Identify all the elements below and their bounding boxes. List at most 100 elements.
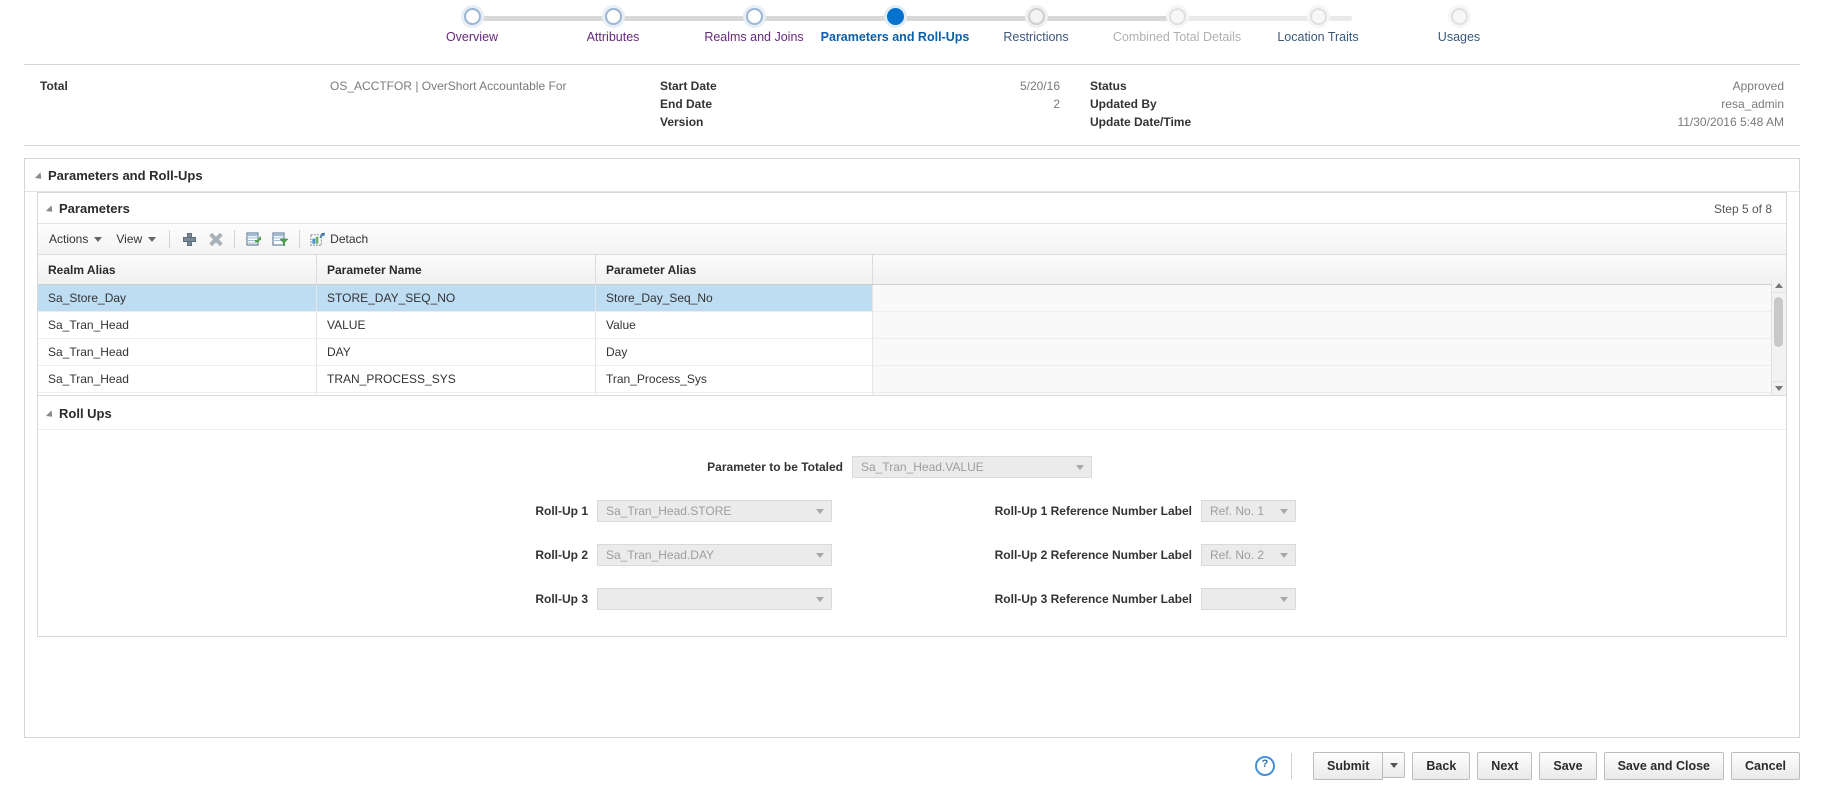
table-vertical-scrollbar[interactable]	[1771, 279, 1786, 395]
cell-parameter-alias: Store_Day_Seq_No	[595, 284, 873, 312]
train-label-usages: Usages	[1437, 30, 1481, 44]
table-row[interactable]: Sa_Tran_Head TRAN_PROCESS_SYS Tran_Proce…	[38, 365, 1786, 393]
chevron-down-icon	[816, 597, 824, 602]
rollups-disclosure-icon[interactable]	[45, 409, 56, 420]
train-node-location-traits	[1309, 8, 1327, 25]
table-row[interactable]: Sa_Store_Day STORE_DAY_SEQ_NO Store_Day_…	[38, 284, 1786, 312]
column-header-parameter-name[interactable]: Parameter Name	[316, 255, 596, 285]
help-icon[interactable]: ?	[1255, 756, 1276, 776]
query-by-example-button[interactable]	[267, 227, 293, 251]
cancel-button[interactable]: Cancel	[1731, 752, 1800, 780]
toolbar-divider	[299, 230, 301, 248]
start-date-value: 5/20/16	[1019, 79, 1060, 93]
train-node-combined-total-details	[1168, 8, 1186, 25]
rollup-3-ref-field: Roll-Up 3 Reference Number Label	[892, 588, 1296, 610]
rollup-1-field: Roll-Up 1 Sa_Tran_Head.STORE	[468, 500, 832, 522]
rollup-3-select[interactable]	[597, 588, 832, 610]
export-to-excel-button[interactable]	[241, 227, 267, 251]
cell-parameter-alias: Tran_Process_Sys	[595, 365, 873, 393]
rollup-3-ref-label: Roll-Up 3 Reference Number Label	[994, 592, 1192, 606]
version-value: 2	[1053, 97, 1060, 111]
status-value: Approved	[1732, 79, 1784, 93]
step-indicator: Step 5 of 8	[1713, 201, 1772, 216]
parameters-disclosure-icon[interactable]	[45, 204, 56, 215]
train-step-location-traits[interactable]: Location Traits	[1243, 0, 1393, 44]
rollup-1-ref-value: Ref. No. 1	[1210, 504, 1265, 518]
chevron-down-icon	[1775, 386, 1783, 391]
detach-button[interactable]: Detach	[306, 230, 376, 249]
train-step-usages[interactable]: Usages	[1384, 0, 1534, 44]
scroll-up-button[interactable]	[1772, 279, 1786, 293]
parameter-to-be-totaled-row: Parameter to be Totaled Sa_Tran_Head.VAL…	[38, 456, 1786, 478]
total-value: OS_ACCTFOR | OverShort Accountable For	[330, 79, 567, 93]
train-step-parameters-and-roll-ups[interactable]: Parameters and Roll-Ups	[820, 0, 970, 44]
train-step-realms-and-joins[interactable]: Realms and Joins	[679, 0, 829, 44]
updated-by-label: Updated By	[1090, 97, 1157, 111]
parameters-table-scroller: Realm Alias Parameter Name Parameter Ali…	[38, 255, 1786, 396]
total-label: Total	[40, 79, 68, 93]
parameter-to-be-totaled-select[interactable]: Sa_Tran_Head.VALUE	[852, 456, 1092, 478]
table-row[interactable]: Sa_Tran_Head TRAN_TYPE Tran_Type	[38, 392, 1786, 395]
summary-group-dates: Start Date End Date Version 5/20/16 2	[660, 77, 1090, 131]
chevron-down-icon	[1280, 509, 1288, 514]
submit-dropdown-button[interactable]	[1383, 752, 1406, 778]
next-button[interactable]: Next	[1477, 752, 1533, 780]
column-header-realm-alias[interactable]: Realm Alias	[38, 255, 317, 285]
train-node-usages	[1450, 8, 1468, 25]
cell-parameter-name: TRAN_PROCESS_SYS	[316, 365, 596, 393]
table-row[interactable]: Sa_Tran_Head VALUE Value	[38, 311, 1786, 339]
cell-parameter-alias: Day	[595, 338, 873, 366]
footer-divider	[1291, 753, 1293, 779]
actions-menu-button[interactable]: Actions	[42, 229, 109, 249]
update-datetime-value: 11/30/2016 5:48 AM	[1677, 115, 1784, 129]
parameters-subpanel-header[interactable]: Parameters Step 5 of 8	[38, 193, 1786, 224]
rollup-3-label: Roll-Up 3	[535, 592, 588, 606]
train-label-location-traits: Location Traits	[1277, 30, 1359, 44]
submit-split-button[interactable]: Submit	[1313, 752, 1406, 780]
chevron-down-icon	[1280, 597, 1288, 602]
cell-parameter-name: STORE_DAY_SEQ_NO	[316, 284, 596, 312]
save-and-close-button[interactable]: Save and Close	[1603, 752, 1724, 780]
rollup-2-select[interactable]: Sa_Tran_Head.DAY	[597, 544, 832, 566]
cell-parameter-alias: Value	[595, 311, 873, 339]
section-header-parameters-and-roll-ups[interactable]: Parameters and Roll-Ups	[25, 159, 1799, 192]
train-step-combined-total-details[interactable]: Combined Total Details	[1102, 0, 1252, 44]
view-menu-button[interactable]: View	[109, 229, 163, 249]
delete-row-button[interactable]	[202, 227, 228, 251]
rollup-1-label: Roll-Up 1	[535, 504, 588, 518]
rollup-3-ref-select[interactable]	[1201, 588, 1296, 610]
column-header-parameter-alias[interactable]: Parameter Alias	[595, 255, 873, 285]
rollup-2-value: Sa_Tran_Head.DAY	[606, 548, 715, 562]
scroll-down-button[interactable]	[1772, 381, 1786, 395]
train-step-restrictions[interactable]: Restrictions	[961, 0, 1111, 44]
rollups-header[interactable]: Roll Ups	[38, 396, 1786, 430]
parameter-to-be-totaled-field: Parameter to be Totaled Sa_Tran_Head.VAL…	[653, 456, 1092, 478]
save-button[interactable]: Save	[1539, 752, 1597, 780]
toolbar-divider	[169, 230, 171, 248]
parameter-to-be-totaled-value: Sa_Tran_Head.VALUE	[861, 460, 984, 474]
parameters-table-toolbar: Actions View Detach	[38, 224, 1786, 255]
chevron-down-icon	[1389, 762, 1398, 768]
train-step-attributes[interactable]: Attributes	[538, 0, 688, 44]
add-row-button[interactable]	[176, 227, 202, 251]
scrollbar-thumb[interactable]	[1774, 297, 1783, 347]
version-label: Version	[660, 115, 704, 129]
train-step-overview[interactable]: Overview	[397, 0, 547, 44]
parameters-title-wrap: Parameters	[45, 201, 1714, 216]
train-label-realms-and-joins: Realms and Joins	[704, 30, 804, 44]
start-date-label: Start Date	[660, 79, 717, 93]
rollup-2-field: Roll-Up 2 Sa_Tran_Head.DAY	[468, 544, 832, 566]
back-button[interactable]: Back	[1412, 752, 1471, 780]
cell-realm-alias: Sa_Tran_Head	[38, 311, 317, 339]
summary-group-status: Status Updated By Update Date/Time Appro…	[1090, 77, 1784, 131]
cross-icon	[209, 233, 222, 246]
rollup-1-select[interactable]: Sa_Tran_Head.STORE	[597, 500, 832, 522]
rollup-2-ref-field: Roll-Up 2 Reference Number Label Ref. No…	[892, 544, 1296, 566]
rollup-2-ref-select[interactable]: Ref. No. 2	[1201, 544, 1296, 566]
submit-button[interactable]: Submit	[1313, 752, 1384, 780]
wizard-train: Overview Attributes Realms and Joins Par…	[0, 0, 1824, 62]
column-header-filler	[872, 255, 1786, 285]
rollup-1-ref-select[interactable]: Ref. No. 1	[1201, 500, 1296, 522]
disclosure-triangle-icon[interactable]	[34, 171, 45, 182]
table-row[interactable]: Sa_Tran_Head DAY Day	[38, 338, 1786, 366]
